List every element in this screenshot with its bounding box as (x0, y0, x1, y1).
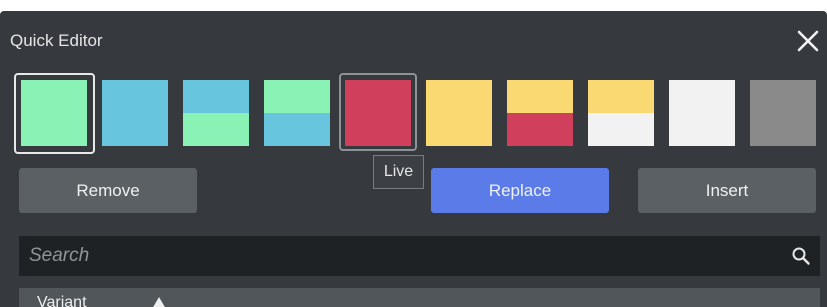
swatch-sky[interactable] (102, 80, 168, 146)
close-icon[interactable] (795, 28, 821, 54)
column-label: Variant (37, 294, 87, 307)
search-icon[interactable] (791, 246, 811, 266)
swatch-bottom-color (102, 113, 168, 146)
swatch-gray[interactable] (750, 80, 816, 146)
swatch-bottom-color (426, 113, 492, 146)
search-box (19, 236, 820, 276)
swatch-top-color (102, 80, 168, 113)
swatch-tooltip: Live (373, 155, 424, 189)
swatch-bottom-color (669, 113, 735, 146)
search-input[interactable] (19, 236, 779, 276)
quick-editor-panel: Quick Editor Remove Replace Insert Live … (0, 11, 827, 307)
hovered-swatch-outline (339, 73, 417, 151)
swatch-yellow-over-white[interactable] (588, 80, 654, 146)
sort-ascending-icon (153, 297, 165, 307)
swatch-top-color (507, 80, 573, 113)
swatch-bottom-color (750, 113, 816, 146)
selected-swatch-outline (14, 73, 95, 154)
window-title: Quick Editor (10, 31, 103, 50)
swatch-bottom-color (264, 113, 330, 146)
swatch-top-color (426, 80, 492, 113)
swatch-top-color (669, 80, 735, 113)
swatch-white[interactable] (669, 80, 735, 146)
variant-column-header[interactable]: Variant (19, 288, 820, 307)
swatch-top-color (183, 80, 249, 113)
swatch-bottom-color (183, 113, 249, 146)
swatch-top-color (588, 80, 654, 113)
swatch-yellow[interactable] (426, 80, 492, 146)
replace-button[interactable]: Replace (431, 168, 609, 213)
swatch-sky-over-mint[interactable] (183, 80, 249, 146)
swatch-bottom-color (588, 113, 654, 146)
swatch-mint-over-sky[interactable] (264, 80, 330, 146)
insert-button[interactable]: Insert (638, 168, 816, 213)
swatch-yellow-over-red[interactable] (507, 80, 573, 146)
swatch-bottom-color (507, 113, 573, 146)
swatch-top-color (264, 80, 330, 113)
swatch-top-color (750, 80, 816, 113)
remove-button[interactable]: Remove (19, 168, 197, 213)
